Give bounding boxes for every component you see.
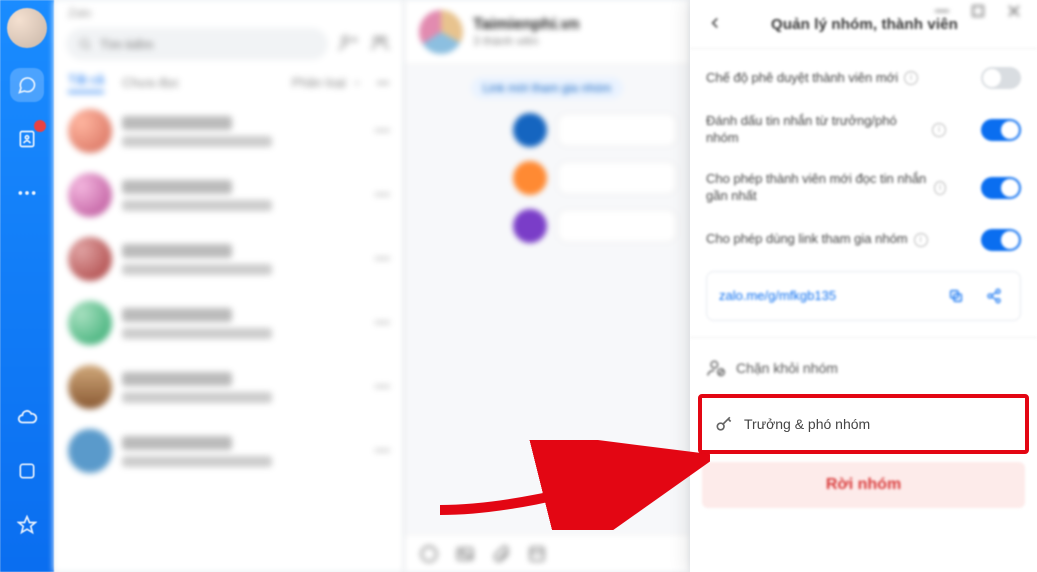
search-icon — [78, 37, 92, 51]
create-group-icon[interactable] — [370, 33, 392, 55]
option-link-join: Cho phép dùng link tham gia nhómi — [690, 217, 1037, 263]
tab-unread[interactable]: Chưa đọc — [122, 75, 179, 90]
block-icon — [706, 358, 726, 378]
conversation-item[interactable]: •••• — [54, 99, 404, 163]
image-icon[interactable] — [455, 544, 475, 564]
member-count: 3 thành viên — [473, 34, 538, 48]
option-mark-admin-msg: Đánh dấu tin nhắn từ trưởng/phó nhómi — [690, 101, 1037, 159]
info-icon[interactable]: i — [914, 233, 928, 247]
conversation-item[interactable]: •••• — [54, 419, 404, 483]
attach-icon[interactable] — [491, 544, 511, 564]
nav-chat-icon[interactable] — [10, 68, 44, 102]
group-admins-label: Trưởng & phó nhóm — [744, 416, 870, 432]
tab-filter[interactable]: Phân loại — [292, 75, 346, 90]
search-placeholder: Tìm kiếm — [100, 37, 153, 52]
nav-star-icon[interactable] — [10, 508, 44, 542]
info-icon[interactable]: i — [932, 123, 946, 137]
invite-link-pill[interactable]: Link mời tham gia nhóm — [471, 77, 624, 99]
nav-contact-icon[interactable] — [10, 122, 44, 156]
sticker-icon[interactable] — [419, 544, 439, 564]
key-icon — [714, 414, 734, 434]
chevron-down-icon — [352, 78, 362, 88]
window-maximize[interactable] — [969, 4, 987, 18]
panel-title: Quản lý nhóm, thành viên — [736, 16, 993, 33]
toggle-approve[interactable] — [981, 67, 1021, 89]
screenshot-icon[interactable] — [527, 544, 547, 564]
option-approve-members: Chế độ phê duyệt thành viên mớii — [690, 55, 1037, 101]
toggle-new-read[interactable] — [981, 177, 1021, 199]
tab-all[interactable]: Tất cả — [68, 72, 104, 93]
group-avatar[interactable] — [419, 10, 463, 54]
conversation-item[interactable]: •••• — [54, 163, 404, 227]
chat-title: Taimienphi.vn — [473, 16, 579, 34]
copy-link-button[interactable] — [942, 282, 970, 310]
more-icon[interactable] — [376, 76, 390, 90]
user-avatar[interactable] — [7, 8, 47, 48]
info-icon[interactable]: i — [904, 71, 918, 85]
toggle-mark-admin[interactable] — [981, 119, 1021, 141]
window-minimize[interactable] — [933, 4, 951, 18]
toggle-link-join[interactable] — [981, 229, 1021, 251]
conversation-item[interactable]: •••• — [54, 355, 404, 419]
conversation-item[interactable]: •••• — [54, 227, 404, 291]
app-name: Zalo — [54, 0, 404, 20]
invite-link-text[interactable]: zalo.me/g/mfkgb135 — [719, 288, 932, 303]
search-input[interactable]: Tìm kiếm — [66, 28, 328, 60]
nav-task-icon[interactable] — [10, 454, 44, 488]
block-from-group[interactable]: Chặn khỏi nhóm — [690, 344, 1037, 392]
option-new-member-read: Cho phép thành viên mới đọc tin nhắn gần… — [690, 159, 1037, 217]
conversation-item[interactable]: •••• — [54, 291, 404, 355]
add-friend-icon[interactable] — [338, 33, 360, 55]
window-close[interactable] — [1005, 4, 1023, 18]
nav-more-icon[interactable] — [10, 176, 44, 210]
leave-group-button[interactable]: Rời nhóm — [702, 462, 1025, 508]
share-link-button[interactable] — [980, 282, 1008, 310]
back-button[interactable] — [706, 14, 726, 34]
invite-link-row: zalo.me/g/mfkgb135 — [706, 271, 1021, 321]
group-admins-button[interactable]: Trưởng & phó nhóm — [702, 400, 1025, 448]
nav-cloud-icon[interactable] — [10, 400, 44, 434]
info-icon[interactable]: i — [934, 181, 946, 195]
